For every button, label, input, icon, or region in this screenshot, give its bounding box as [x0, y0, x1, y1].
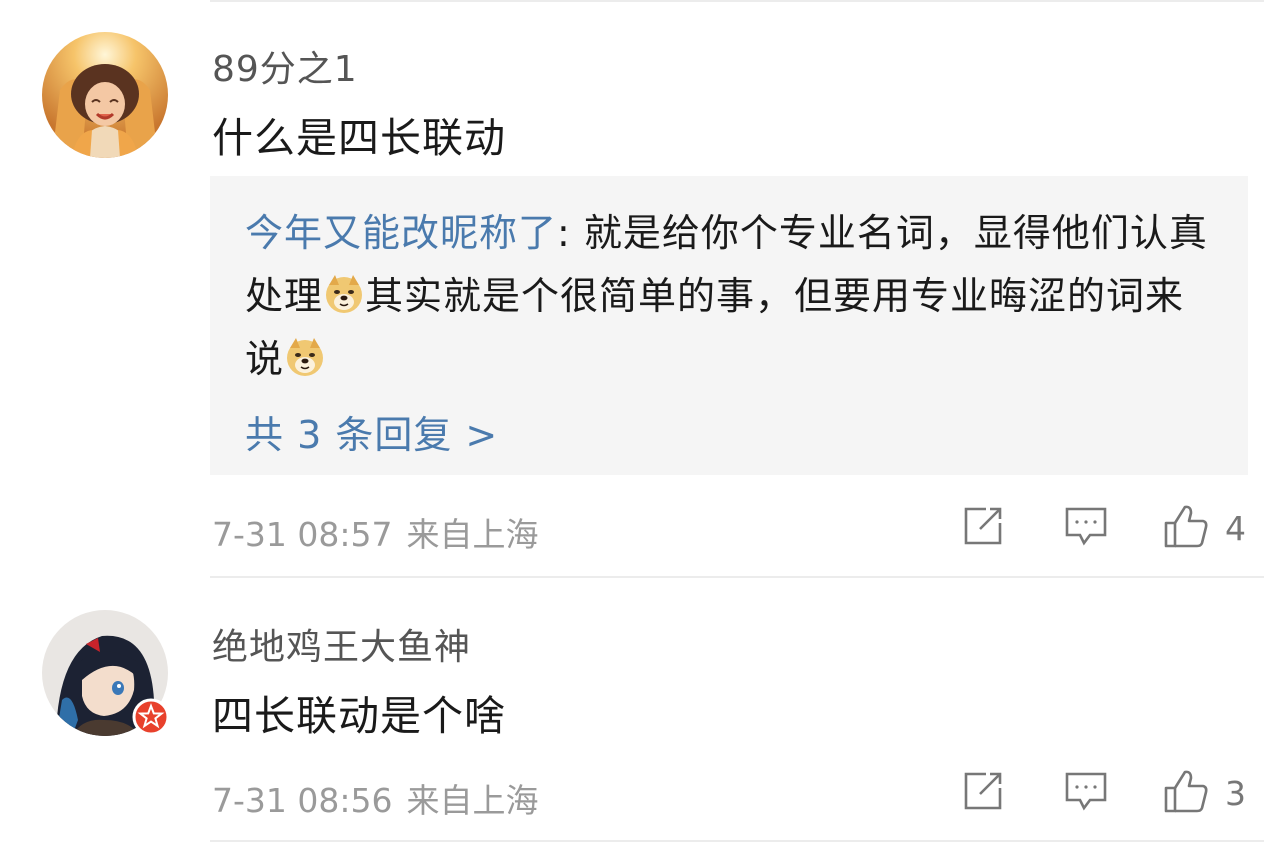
reply-button[interactable]	[1064, 504, 1108, 552]
share-button[interactable]	[962, 504, 1004, 552]
comment-meta: 7-31 08:56 来自上海	[212, 774, 539, 822]
timestamp: 7-31 08:57	[212, 515, 393, 554]
verified-star-badge-icon	[132, 698, 170, 740]
reply-preview-text: 今年又能改昵称了: 就是给你个专业名词，显得他们认真处理 其实就是个很简单的事，但…	[245, 202, 1220, 391]
share-icon	[962, 770, 1004, 816]
reply-button[interactable]	[1064, 769, 1108, 817]
comment-actions: 3	[962, 769, 1246, 817]
reply-separator: :	[557, 211, 584, 255]
comment-icon	[1064, 770, 1108, 816]
reply-author[interactable]: 今年又能改昵称了	[245, 211, 557, 255]
username[interactable]: 绝地鸡王大鱼神	[212, 618, 471, 670]
thumbs-up-icon	[1163, 503, 1209, 553]
comment-meta: 7-31 08:57 来自上海	[212, 508, 539, 556]
comment-item: 绝地鸡王大鱼神 四长联动是个啥 7-31 08:56 来自上海 3	[0, 578, 1264, 840]
view-all-replies-link[interactable]: 共 3 条回复 >	[245, 404, 498, 459]
comment-text: 四长联动是个啥	[212, 692, 506, 740]
avatar[interactable]	[42, 32, 168, 158]
like-button[interactable]: 4	[1163, 504, 1246, 552]
reply-text-part-2: 其实就是个很简单的事，但要用专业晦涩的词来说	[245, 274, 1185, 381]
location: 来自上海	[406, 781, 539, 820]
comment-text: 什么是四长联动	[212, 114, 506, 162]
thumbs-up-icon	[1163, 768, 1209, 818]
doge-emoji-icon	[284, 334, 326, 376]
reply-preview[interactable]: 今年又能改昵称了: 就是给你个专业名词，显得他们认真处理 其实就是个很简单的事，但…	[210, 176, 1248, 475]
share-icon	[962, 505, 1004, 551]
timestamp: 7-31 08:56	[212, 781, 393, 820]
location: 来自上海	[406, 515, 539, 554]
share-button[interactable]	[962, 769, 1004, 817]
username[interactable]: 89分之1	[212, 40, 358, 92]
comment-icon	[1064, 505, 1108, 551]
doge-emoji-icon	[323, 271, 365, 313]
like-count: 4	[1225, 508, 1246, 548]
like-count: 3	[1225, 773, 1246, 813]
comment-item: 89分之1 什么是四长联动 今年又能改昵称了: 就是给你个专业名词，显得他们认真…	[0, 0, 1264, 576]
divider	[210, 840, 1264, 842]
like-button[interactable]: 3	[1163, 769, 1246, 817]
comment-list: 89分之1 什么是四长联动 今年又能改昵称了: 就是给你个专业名词，显得他们认真…	[0, 0, 1264, 863]
comment-actions: 4	[962, 504, 1246, 552]
